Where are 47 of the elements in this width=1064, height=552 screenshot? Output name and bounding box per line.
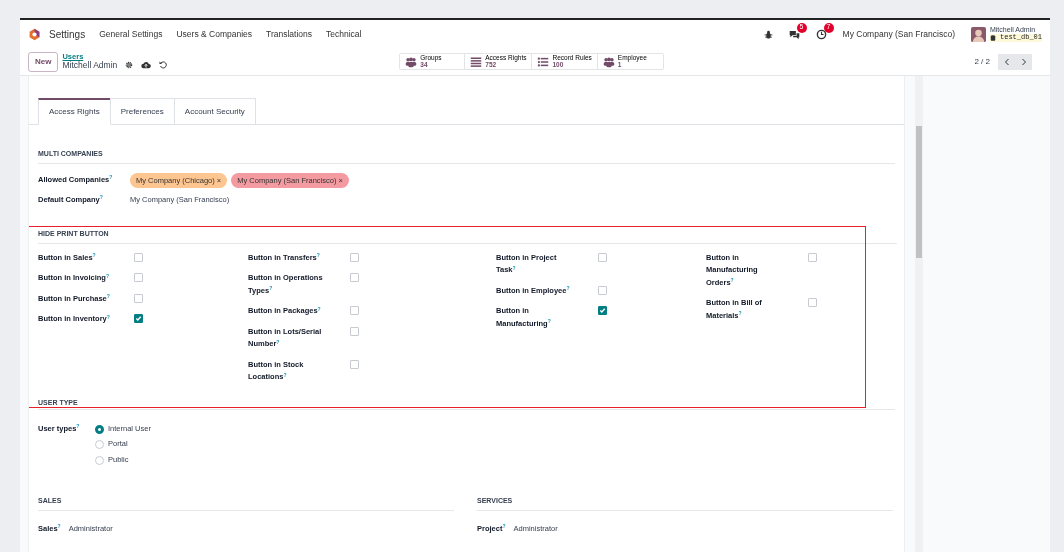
gear-icon[interactable] [125,61,134,70]
undo-icon[interactable] [159,61,168,70]
checkbox[interactable] [350,326,359,336]
new-button[interactable]: New [28,51,59,72]
scrollbar-thumb[interactable] [916,126,922,258]
pager-value: 2 / 2 [974,55,990,68]
chat-icon[interactable] [788,28,800,40]
menu-item[interactable]: Users & Companies [176,27,253,41]
scrollbar[interactable] [915,76,923,552]
checkbox[interactable] [134,273,143,283]
bug-icon[interactable] [763,29,773,39]
radio-button[interactable] [95,440,104,449]
checkbox[interactable] [350,359,359,369]
checkbox[interactable] [350,252,359,262]
checkbox[interactable] [598,285,607,295]
list-icon [470,55,483,68]
form-tab[interactable]: Access Rights [38,98,111,125]
menu-item[interactable]: Translations [266,27,313,41]
checkbox[interactable] [598,306,607,316]
radio-button[interactable] [95,455,104,465]
database-icon [990,34,996,41]
people-icon [602,55,615,68]
app-logo-icon [28,27,41,41]
clock-icon[interactable] [815,28,827,40]
next-button[interactable] [1015,53,1032,70]
checkbox[interactable] [134,314,143,324]
checkbox[interactable] [808,298,817,308]
record-name: Mitchell Admin [62,60,118,70]
chevron-right-icon [1019,57,1028,66]
checkbox[interactable] [134,293,143,303]
checkbox[interactable] [598,252,607,262]
company-switcher[interactable]: My Company (San Francisco) [842,27,955,41]
cloud-upload-icon[interactable] [141,60,152,71]
checkbox[interactable] [350,273,359,283]
radio-button[interactable] [95,424,104,434]
avatar[interactable] [971,26,986,42]
people-icon [405,55,418,68]
app-title[interactable]: Settings [49,26,86,42]
checkbox[interactable] [350,306,359,316]
list-icon [537,55,550,68]
previous-button[interactable] [998,53,1015,70]
menu-item[interactable]: General Settings [99,27,163,41]
checkbox[interactable] [808,252,817,262]
form-tab[interactable]: Account Security [173,98,256,124]
menu-item[interactable]: Technical [326,27,362,41]
checkbox[interactable] [134,252,143,262]
chevron-left-icon [1002,57,1011,66]
